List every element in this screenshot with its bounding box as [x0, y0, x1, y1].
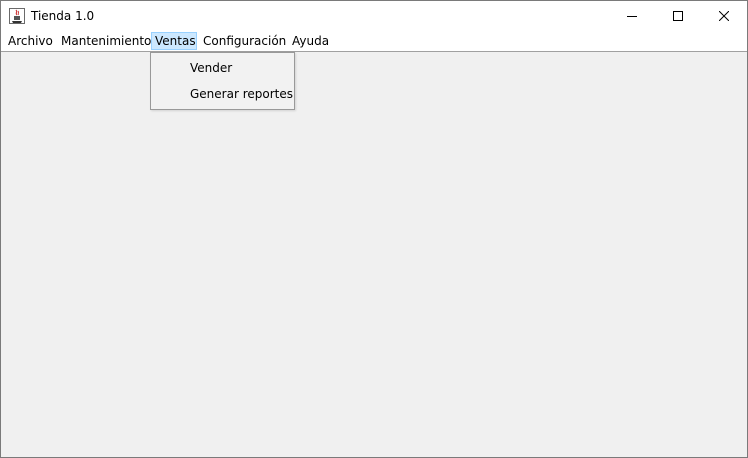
- java-cup-icon: [9, 8, 25, 24]
- minimize-button[interactable]: [609, 1, 655, 31]
- minimize-icon: [627, 16, 637, 17]
- menu-configuracion[interactable]: Configuración: [199, 32, 290, 50]
- menu-ayuda[interactable]: Ayuda: [288, 32, 333, 50]
- maximize-button[interactable]: [655, 1, 701, 31]
- close-button[interactable]: [701, 1, 747, 31]
- menu-item-generar-reportes[interactable]: Generar reportes: [152, 82, 293, 106]
- close-icon: [719, 11, 729, 21]
- ventas-dropdown-menu: Vender Generar reportes: [150, 52, 295, 110]
- menu-item-vender[interactable]: Vender: [152, 56, 293, 80]
- menu-archivo[interactable]: Archivo: [4, 32, 57, 50]
- window-title: Tienda 1.0: [31, 9, 95, 23]
- menu-bar: Archivo Mantenimiento Ventas Configuraci…: [1, 31, 747, 52]
- maximize-icon: [673, 11, 683, 21]
- app-window: Tienda 1.0 Archivo Mantenimiento Ventas …: [0, 0, 748, 458]
- main-content-area: [1, 52, 747, 457]
- title-bar[interactable]: Tienda 1.0: [1, 1, 747, 31]
- menu-mantenimiento[interactable]: Mantenimiento: [57, 32, 155, 50]
- menu-ventas[interactable]: Ventas: [151, 32, 197, 50]
